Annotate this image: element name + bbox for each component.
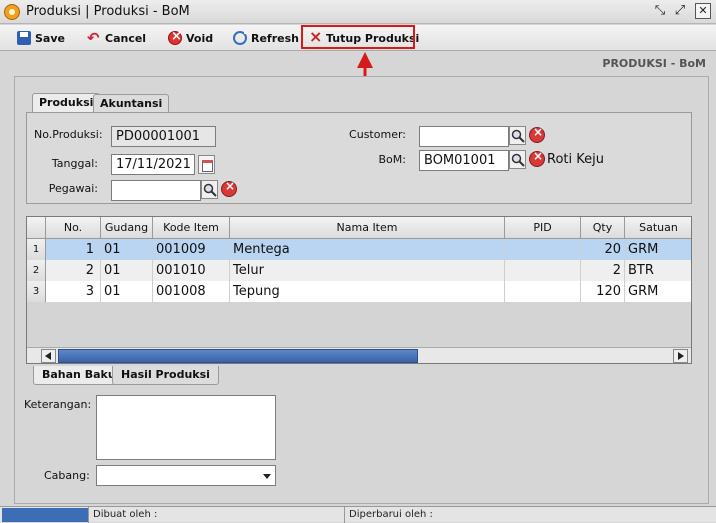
keterangan-textarea[interactable] — [96, 395, 276, 460]
save-button[interactable]: Save — [14, 28, 68, 48]
cell-satuan[interactable]: GRM — [625, 239, 691, 260]
scroll-right-icon[interactable] — [673, 349, 688, 363]
items-grid: No. Gudang Kode Item Nama Item PID Qty S… — [26, 216, 692, 364]
cell-gudang[interactable]: 01 — [101, 260, 153, 281]
cell-satuan[interactable]: BTR — [625, 260, 691, 281]
scroll-thumb[interactable] — [58, 349, 418, 363]
pegawai-search-icon[interactable] — [201, 180, 218, 199]
pegawai-clear-icon[interactable] — [221, 179, 237, 197]
bom-field[interactable]: BOM01001 — [419, 150, 509, 171]
table-row[interactable]: 3 3 01 001008 Tepung 120 GRM — [27, 281, 691, 302]
cancel-label: Cancel — [105, 31, 147, 45]
column-header-gudang[interactable]: Gudang — [101, 217, 153, 239]
customer-search-icon[interactable] — [509, 126, 526, 145]
status-bar: Dibuat oleh : Diperbarui oleh : — [0, 506, 716, 523]
window-title: Produksi | Produksi - BoM — [26, 4, 190, 19]
cell-qty[interactable]: 2 — [581, 260, 625, 281]
cabang-label: Cabang: — [44, 469, 90, 482]
void-label: Void — [186, 31, 214, 45]
cell-kode-item[interactable]: 001008 — [153, 281, 230, 302]
tanggal-label: Tanggal: — [51, 157, 98, 170]
tab-bahan-baku[interactable]: Bahan Baku — [33, 366, 125, 385]
cell-pid[interactable] — [505, 260, 581, 281]
cancel-button[interactable]: ↶ Cancel — [84, 28, 149, 48]
void-button[interactable]: Void — [165, 28, 216, 48]
tab-hasil-produksi[interactable]: Hasil Produksi — [112, 366, 219, 385]
save-label: Save — [35, 31, 65, 45]
tab-akuntansi[interactable]: Akuntansi — [93, 94, 170, 113]
bom-search-icon[interactable] — [509, 150, 526, 169]
scroll-left-icon[interactable] — [41, 349, 56, 363]
bom-name: Roti Keju — [547, 152, 604, 167]
column-header-nama-item[interactable]: Nama Item — [230, 217, 505, 239]
refresh-label: Refresh — [251, 31, 299, 45]
chevron-down-icon[interactable] — [263, 474, 271, 479]
status-progress — [2, 508, 88, 522]
cell-pid[interactable] — [505, 281, 581, 302]
table-row[interactable]: 2 2 01 001010 Telur 2 BTR — [27, 260, 691, 281]
title-bar: Produksi | Produksi - BoM ⤡ ⤢ ✕ — [0, 0, 716, 24]
cell-no[interactable]: 3 — [46, 281, 101, 302]
cell-kode-item[interactable]: 001010 — [153, 260, 230, 281]
refresh-icon — [233, 30, 248, 45]
no-produksi-field[interactable]: PD00001001 — [111, 126, 216, 147]
row-number: 2 — [27, 260, 46, 281]
no-produksi-label: No.Produksi: — [34, 128, 103, 141]
cell-kode-item[interactable]: 001009 — [153, 239, 230, 260]
tanggal-field[interactable]: 17/11/2021 — [111, 154, 195, 175]
customer-clear-icon[interactable] — [529, 125, 545, 143]
customer-label: Customer: — [349, 128, 406, 141]
keterangan-label: Keterangan: — [24, 398, 92, 411]
cell-no[interactable]: 1 — [46, 239, 101, 260]
column-header-no[interactable]: No. — [46, 217, 101, 239]
app-icon — [4, 4, 20, 20]
cell-qty[interactable]: 20 — [581, 239, 625, 260]
refresh-button[interactable]: Refresh — [230, 28, 302, 48]
undo-icon: ↶ — [87, 29, 100, 47]
cell-pid[interactable] — [505, 239, 581, 260]
updated-by-label: Diperbarui oleh : — [344, 507, 716, 523]
horizontal-scrollbar[interactable] — [27, 347, 691, 363]
grid-corner — [27, 217, 46, 239]
save-icon — [17, 31, 31, 45]
cabang-select[interactable] — [96, 465, 276, 486]
cell-no[interactable]: 2 — [46, 260, 101, 281]
cell-gudang[interactable]: 01 — [101, 281, 153, 302]
page-label: PRODUKSI - BoM — [602, 57, 706, 70]
cell-gudang[interactable]: 01 — [101, 239, 153, 260]
cell-nama-item[interactable]: Tepung — [230, 281, 505, 302]
pegawai-label: Pegawai: — [48, 182, 98, 195]
calendar-icon[interactable] — [198, 155, 215, 174]
restore-icon[interactable]: ⤡ — [652, 3, 668, 19]
column-header-satuan[interactable]: Satuan — [625, 217, 691, 239]
pegawai-field[interactable] — [111, 180, 201, 201]
bom-clear-icon[interactable] — [529, 149, 545, 167]
tab-produksi[interactable]: Produksi — [32, 93, 101, 113]
column-header-qty[interactable]: Qty — [581, 217, 625, 239]
close-icon[interactable]: ✕ — [695, 3, 711, 19]
column-header-kode-item[interactable]: Kode Item — [153, 217, 230, 239]
cell-satuan[interactable]: GRM — [625, 281, 691, 302]
cell-qty[interactable]: 120 — [581, 281, 625, 302]
table-row[interactable]: 1 1 01 001009 Mentega 20 GRM — [27, 239, 691, 260]
customer-field[interactable] — [419, 126, 509, 147]
bom-label: BoM: — [378, 153, 406, 166]
row-number: 1 — [27, 239, 46, 260]
row-number: 3 — [27, 281, 46, 302]
column-header-pid[interactable]: PID — [505, 217, 581, 239]
cell-nama-item[interactable]: Telur — [230, 260, 505, 281]
maximize-icon[interactable]: ⤢ — [672, 3, 688, 19]
highlight-box — [301, 25, 415, 49]
cell-nama-item[interactable]: Mentega — [230, 239, 505, 260]
created-by-label: Dibuat oleh : — [88, 507, 344, 523]
void-icon — [168, 29, 182, 45]
cabang-value — [97, 472, 105, 476]
